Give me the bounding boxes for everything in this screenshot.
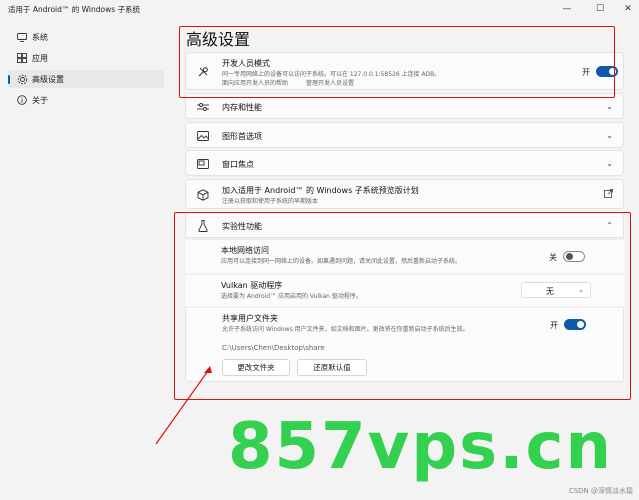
highlight-box-experimental — [174, 212, 631, 400]
annotation-arrow — [155, 366, 212, 445]
gear-icon — [16, 73, 28, 85]
window-focus-card[interactable]: 窗口焦点 ⌄ — [185, 150, 624, 176]
preview-program-desc: 注册以获取和使用子系统的早期版本 — [222, 198, 319, 205]
preview-program-card[interactable]: 加入适用于 Android™ 的 Windows 子系统预览版计划 注册以获取和… — [185, 179, 624, 209]
package-icon — [196, 188, 210, 202]
apps-icon — [16, 52, 28, 64]
sidebar-item-label: 应用 — [32, 53, 48, 63]
sliders-icon — [196, 100, 210, 114]
sidebar: 系统 应用 高级设置 关于 — [0, 18, 170, 500]
window-focus-title: 窗口焦点 — [222, 160, 254, 169]
image-icon — [196, 129, 210, 143]
chevron-down-icon: ⌄ — [606, 131, 613, 140]
system-icon — [16, 31, 28, 43]
window-title: 适用于 Android™ 的 Windows 子系统 — [8, 5, 141, 14]
sidebar-item-label: 关于 — [32, 95, 48, 105]
active-indicator — [8, 75, 10, 84]
sidebar-item-apps[interactable]: 应用 — [8, 49, 164, 67]
sidebar-item-about[interactable]: 关于 — [8, 91, 164, 109]
external-link-icon — [604, 189, 613, 200]
preview-program-title: 加入适用于 Android™ 的 Windows 子系统预览版计划 — [222, 186, 419, 195]
minimize-button[interactable]: — — [556, 2, 578, 16]
close-button[interactable]: ✕ — [617, 2, 639, 16]
title-bar: 适用于 Android™ 的 Windows 子系统 — ☐ ✕ — [0, 0, 639, 18]
sidebar-item-label: 系统 — [32, 32, 48, 42]
maximize-button[interactable]: ☐ — [589, 2, 611, 16]
footer-credit: CSDN @深情淡水猿 — [568, 487, 633, 495]
window-icon — [196, 157, 210, 171]
graphics-preferences-card[interactable]: 图形首选项 ⌄ — [185, 122, 624, 148]
memory-performance-title: 内存和性能 — [222, 103, 262, 112]
sidebar-item-advanced-settings[interactable]: 高级设置 — [8, 70, 164, 88]
chevron-down-icon: ⌄ — [606, 159, 613, 168]
chevron-down-icon: ⌄ — [606, 102, 613, 111]
info-icon — [16, 94, 28, 106]
sidebar-item-label: 高级设置 — [32, 74, 64, 84]
watermark-text: 857vps.cn — [228, 410, 614, 484]
highlight-box-developer — [179, 26, 615, 98]
graphics-preferences-title: 图形首选项 — [222, 132, 262, 141]
sidebar-item-system[interactable]: 系统 — [8, 28, 164, 46]
